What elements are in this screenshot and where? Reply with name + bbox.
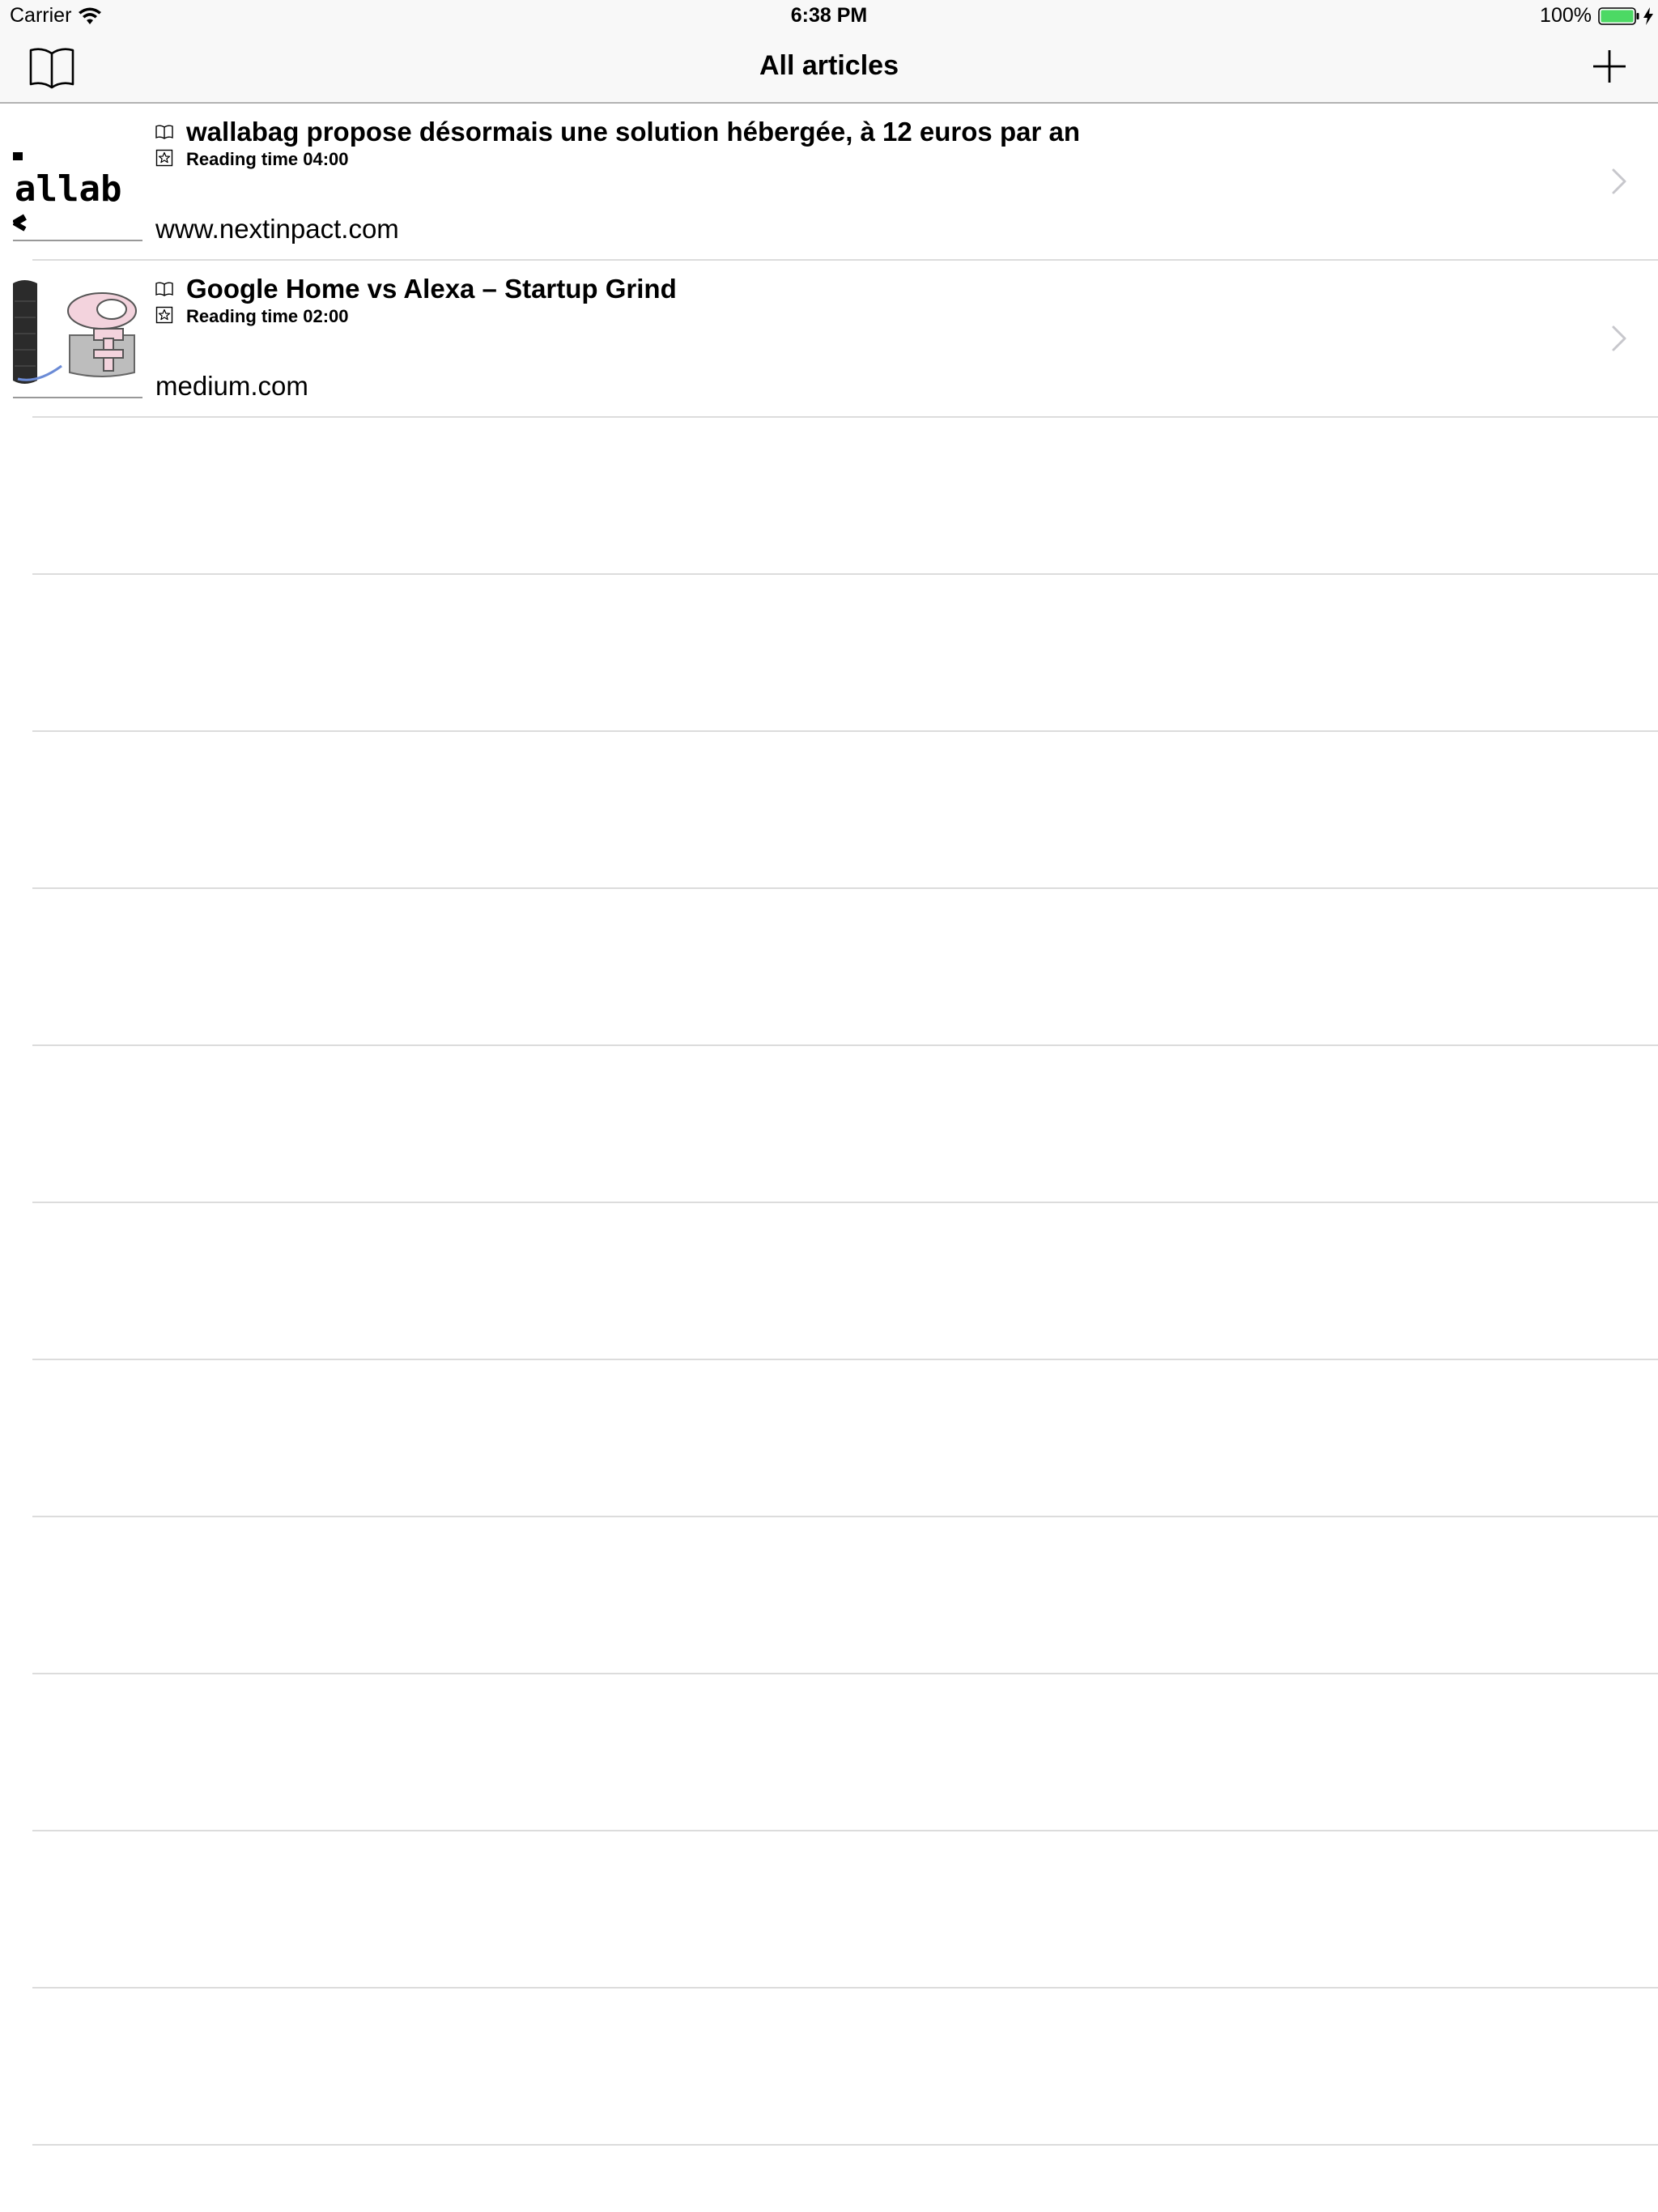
empty-row-separator	[32, 1516, 1658, 1517]
page-title: All articles	[759, 50, 899, 81]
article-row[interactable]: Google Home vs Alexa – Startup Grind Rea…	[0, 261, 1658, 418]
empty-row-separator	[32, 887, 1658, 889]
article-domain: medium.com	[155, 371, 308, 401]
empty-row-separator	[32, 1202, 1658, 1203]
status-bar: Carrier 6:38 PM 100%	[0, 0, 1658, 32]
plus-icon[interactable]	[1592, 49, 1627, 84]
article-row[interactable]: allab wallabag propose désormais une sol…	[0, 104, 1658, 261]
empty-row-separator	[32, 1359, 1658, 1360]
navigation-bar: All articles	[0, 32, 1658, 104]
star-icon[interactable]	[155, 149, 173, 167]
battery-percentage: 100%	[1540, 4, 1592, 27]
article-thumbnail	[13, 277, 142, 398]
articles-list: allab wallabag propose désormais une sol…	[0, 104, 1658, 2212]
row-separator	[32, 416, 1658, 418]
empty-row-separator	[32, 1830, 1658, 1831]
empty-row-separator	[32, 1673, 1658, 1674]
reading-time: Reading time 04:00	[186, 149, 349, 169]
article-thumbnail: allab	[13, 120, 142, 241]
empty-row-separator	[32, 2144, 1658, 2146]
article-title: wallabag propose désormais une solution …	[186, 117, 1080, 147]
empty-row-separator	[32, 730, 1658, 732]
chevron-right-icon	[1612, 168, 1626, 194]
charging-bolt-icon	[1643, 7, 1653, 25]
reading-time: Reading time 02:00	[186, 306, 349, 326]
chevron-right-icon	[1612, 325, 1626, 351]
status-time: 6:38 PM	[790, 4, 868, 27]
book-icon	[155, 125, 173, 139]
battery-icon	[1598, 7, 1639, 25]
thumbnail-logo-text: allab	[15, 168, 121, 210]
article-title: Google Home vs Alexa – Startup Grind	[186, 274, 677, 304]
empty-row-separator	[32, 1044, 1658, 1046]
book-icon	[155, 282, 173, 296]
star-icon[interactable]	[155, 306, 173, 324]
empty-row-separator	[32, 1987, 1658, 1989]
article-domain: www.nextinpact.com	[155, 214, 399, 244]
empty-row-separator	[32, 573, 1658, 575]
